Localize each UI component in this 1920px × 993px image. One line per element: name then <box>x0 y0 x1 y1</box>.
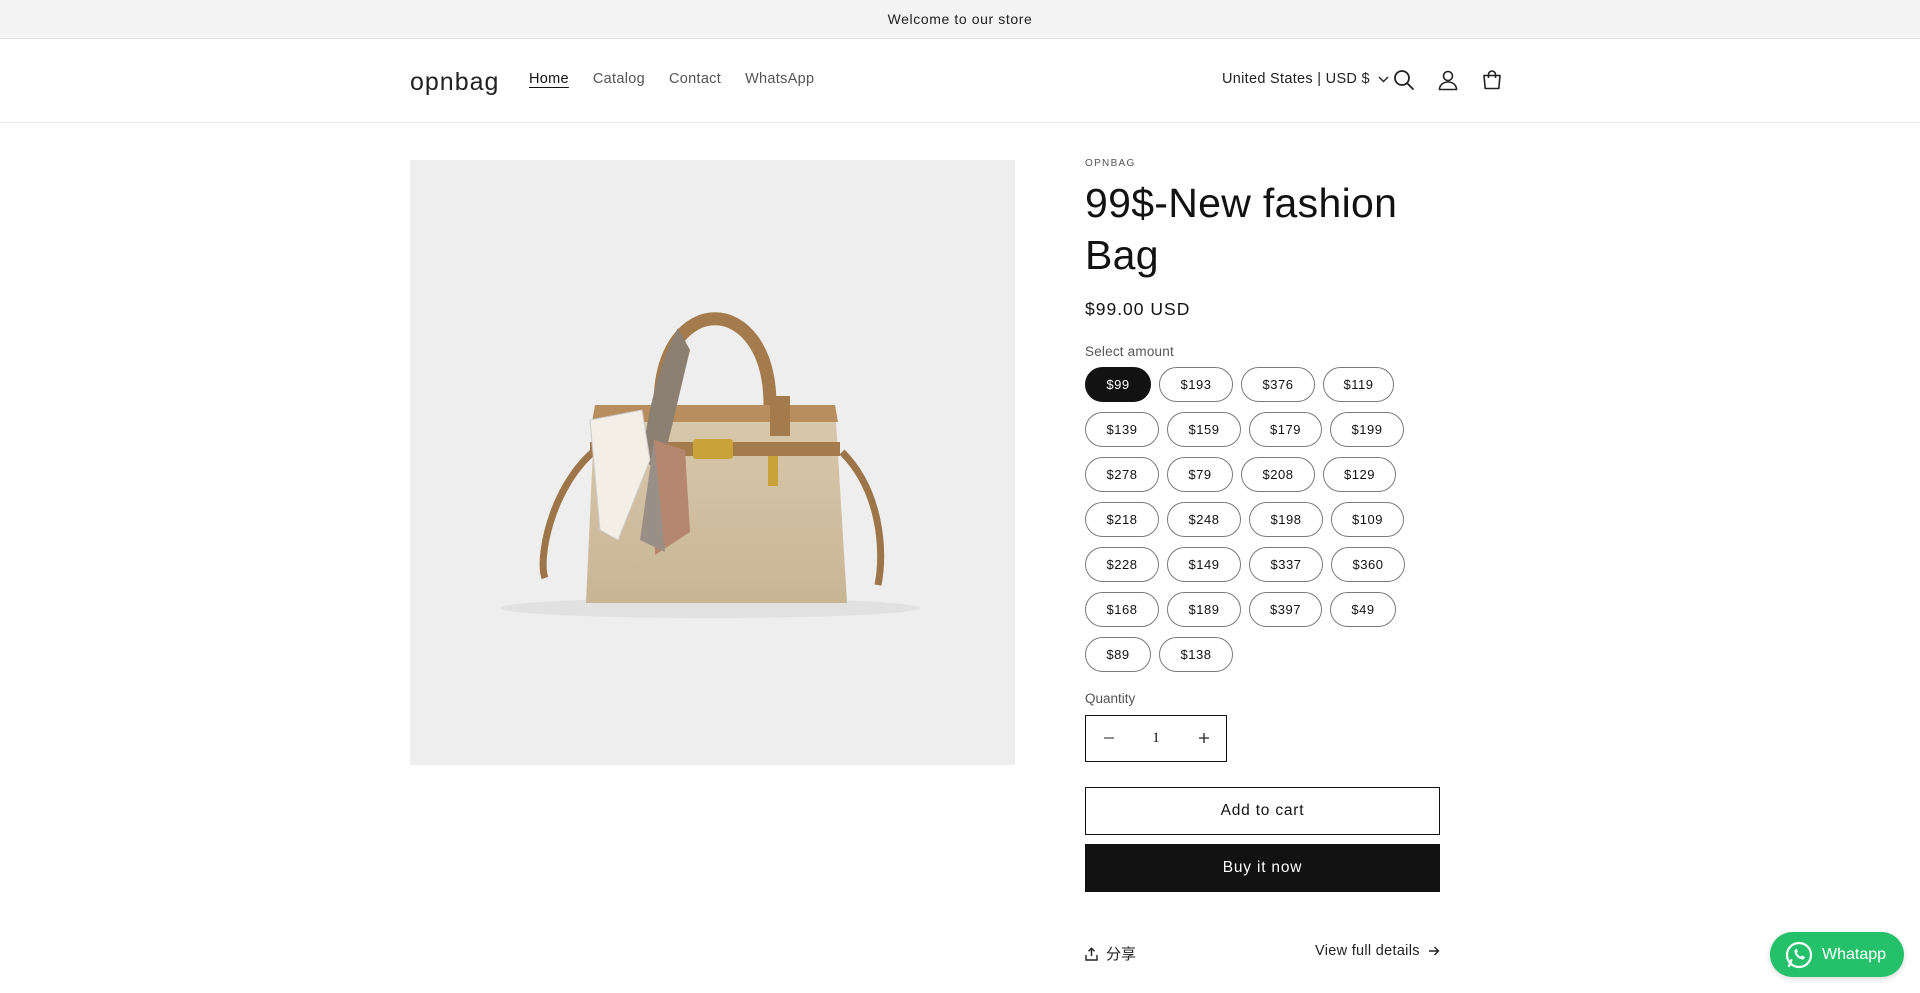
cart-icon[interactable] <box>1477 65 1507 95</box>
amount-option[interactable]: $119 <box>1323 367 1394 402</box>
amount-option[interactable]: $248 <box>1167 502 1241 537</box>
amount-option[interactable]: $159 <box>1167 412 1241 447</box>
country-currency-selector[interactable]: United States | USD $ <box>1222 71 1389 87</box>
share-icon <box>1085 946 1098 961</box>
view-full-details-link[interactable]: View full details <box>1315 943 1440 959</box>
amount-option[interactable]: $193 <box>1159 367 1233 402</box>
nav-catalog[interactable]: Catalog <box>593 71 645 87</box>
nav-contact[interactable]: Contact <box>669 71 721 87</box>
main-nav: Home Catalog Contact WhatsApp <box>529 71 838 87</box>
amount-option[interactable]: $376 <box>1241 367 1315 402</box>
amount-option[interactable]: $360 <box>1331 547 1405 582</box>
product-title: 99$-New fashion Bag <box>1085 180 1398 278</box>
arrow-right-icon <box>1428 946 1440 956</box>
locale-label: United States | USD $ <box>1222 71 1370 87</box>
amount-option[interactable]: $228 <box>1085 547 1159 582</box>
amount-option[interactable]: $189 <box>1167 592 1241 627</box>
quantity-stepper: 1 <box>1085 715 1227 762</box>
chevron-down-icon <box>1378 76 1389 82</box>
plus-icon <box>1198 733 1209 743</box>
amount-option[interactable]: $109 <box>1331 502 1404 537</box>
whatsapp-chat-label: Whatapp <box>1822 945 1887 963</box>
quantity-label: Quantity <box>1085 691 1136 706</box>
site-header: opnbag Home Catalog Contact WhatsApp Uni… <box>0 39 1920 123</box>
product-image[interactable] <box>410 160 1015 765</box>
amount-option[interactable]: $179 <box>1249 412 1322 447</box>
view-details-label: View full details <box>1315 943 1420 959</box>
product-price: $99.00 USD <box>1085 299 1191 319</box>
buy-it-now-button[interactable]: Buy it now <box>1085 844 1440 892</box>
whatsapp-icon <box>1785 941 1813 968</box>
share-label: 分享 <box>1106 946 1137 963</box>
amount-option[interactable]: $149 <box>1167 547 1241 582</box>
amount-option[interactable]: $79 <box>1167 457 1233 492</box>
amount-option[interactable]: $49 <box>1330 592 1396 627</box>
amount-option[interactable]: $208 <box>1241 457 1315 492</box>
amount-option[interactable]: $397 <box>1249 592 1322 627</box>
amount-option[interactable]: $337 <box>1249 547 1323 582</box>
select-amount-label: Select amount <box>1085 344 1174 359</box>
search-icon[interactable] <box>1389 65 1419 95</box>
share-button[interactable]: 分享 <box>1085 943 1136 964</box>
product-info: OPNBAG 99$-New fashion Bag $99.00 USD Se… <box>1085 158 1445 359</box>
amount-option[interactable]: $218 <box>1085 502 1159 537</box>
quantity-increase-button[interactable] <box>1181 728 1226 749</box>
quantity-decrease-button[interactable] <box>1086 728 1131 749</box>
announcement-text: Welcome to our store <box>887 11 1033 27</box>
product-vendor: OPNBAG <box>1085 158 1136 169</box>
amount-option[interactable]: $139 <box>1085 412 1159 447</box>
whatsapp-chat-button[interactable]: Whatapp <box>1770 932 1904 977</box>
announcement-bar: Welcome to our store <box>0 0 1920 39</box>
amount-option[interactable]: $168 <box>1085 592 1159 627</box>
amount-option[interactable]: $99 <box>1085 367 1151 402</box>
amount-option[interactable]: $198 <box>1249 502 1323 537</box>
amount-option[interactable]: $89 <box>1085 637 1151 672</box>
nav-home[interactable]: Home <box>529 71 569 87</box>
amount-option[interactable]: $278 <box>1085 457 1159 492</box>
nav-whatsapp[interactable]: WhatsApp <box>745 71 814 87</box>
quantity-input[interactable]: 1 <box>1136 730 1176 747</box>
store-logo[interactable]: opnbag <box>410 68 499 97</box>
minus-icon <box>1103 737 1114 739</box>
amount-option[interactable]: $129 <box>1323 457 1396 492</box>
account-icon[interactable] <box>1433 65 1463 95</box>
amount-option[interactable]: $199 <box>1330 412 1404 447</box>
handbag-illustration <box>500 312 920 618</box>
amount-option[interactable]: $138 <box>1159 637 1233 672</box>
add-to-cart-button[interactable]: Add to cart <box>1085 787 1440 835</box>
